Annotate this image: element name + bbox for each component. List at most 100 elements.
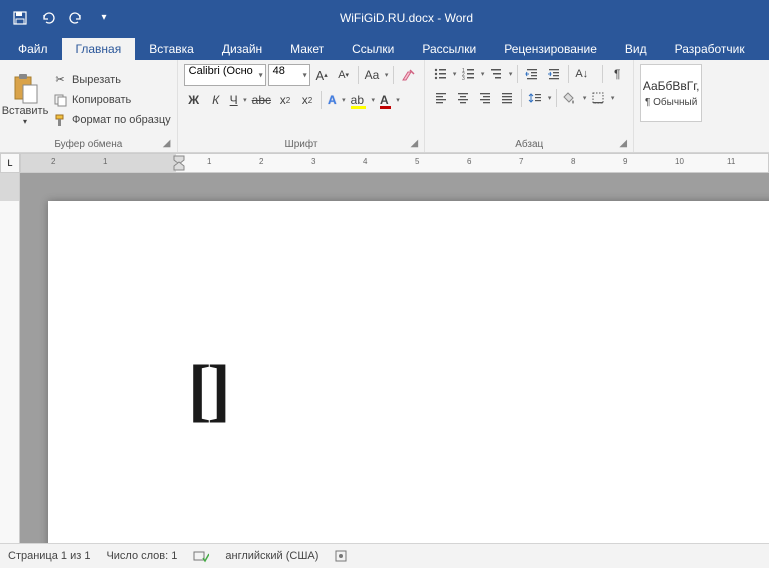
highlight-button[interactable]: ab ▾ [349, 90, 376, 110]
tab-references[interactable]: Ссылки [338, 38, 408, 60]
font-dialog-launcher[interactable]: ◢ [408, 138, 420, 150]
copy-icon [52, 92, 68, 108]
style-preview-text: АаБбВвГг, [643, 79, 700, 93]
group-styles: АаБбВвГг, ¶ Обычный [634, 60, 708, 152]
format-painter-label: Формат по образцу [72, 114, 171, 126]
paste-button[interactable]: Вставить ▾ [4, 62, 46, 137]
shrink-font-button[interactable]: A▾ [334, 65, 354, 85]
ruler-mark: 11 [727, 157, 735, 166]
clipboard-group-label: Буфер обмена ◢ [4, 137, 173, 152]
scissors-icon: ✂ [52, 72, 68, 88]
clear-formatting-button[interactable] [398, 65, 418, 85]
quick-access-toolbar: ▾ [0, 6, 124, 30]
word-count[interactable]: Число слов: 1 [106, 550, 177, 562]
group-paragraph: ▾ 123 ▾ ▾ A↓ [425, 60, 634, 152]
workspace [0, 173, 769, 543]
align-left-button[interactable] [431, 88, 451, 108]
horizontal-ruler-area: L 211234567891011 [0, 153, 769, 173]
undo-button[interactable] [36, 6, 60, 30]
copy-label: Копировать [72, 94, 131, 106]
ruler-mark: 2 [259, 157, 263, 166]
multilevel-list-button[interactable]: ▾ [487, 64, 513, 84]
ruler-mark: 3 [311, 157, 315, 166]
horizontal-ruler[interactable]: 211234567891011 [20, 153, 769, 173]
show-marks-button[interactable]: ¶ [607, 64, 627, 84]
numbering-button[interactable]: 123 ▾ [459, 64, 485, 84]
strikethrough-button[interactable]: abc [250, 90, 273, 110]
indent-marker[interactable] [173, 154, 183, 172]
page-indicator[interactable]: Страница 1 из 1 [8, 550, 90, 562]
tab-file[interactable]: Файл [4, 38, 62, 60]
tab-mailings[interactable]: Рассылки [408, 38, 490, 60]
style-name: ¶ Обычный [645, 97, 697, 108]
document-content: [] [188, 356, 227, 426]
ribbon-tabs: Файл Главная Вставка Дизайн Макет Ссылки… [0, 35, 769, 60]
borders-button[interactable]: ▾ [589, 88, 615, 108]
ruler-mark: 9 [623, 157, 627, 166]
vertical-ruler[interactable] [0, 173, 20, 543]
clipboard-dialog-launcher[interactable]: ◢ [161, 138, 173, 150]
page[interactable] [48, 201, 769, 543]
increase-indent-button[interactable] [544, 64, 564, 84]
svg-text:3: 3 [462, 76, 465, 81]
format-painter-button[interactable]: Формат по образцу [50, 111, 173, 129]
justify-button[interactable] [497, 88, 517, 108]
ruler-mark: 6 [467, 157, 471, 166]
window-title: WiFiGiD.RU.docx - Word [124, 11, 689, 25]
ruler-tab-selector[interactable]: L [0, 153, 20, 173]
ruler-mark: 7 [519, 157, 523, 166]
language-indicator[interactable]: английский (США) [225, 550, 318, 562]
paragraph-dialog-launcher[interactable]: ◢ [617, 138, 629, 150]
spellcheck-button[interactable] [193, 549, 209, 563]
change-case-button[interactable]: Aa▾ [363, 65, 390, 85]
bullets-button[interactable]: ▾ [431, 64, 457, 84]
text-effects-button[interactable]: A▾ [326, 90, 347, 110]
redo-button[interactable] [64, 6, 88, 30]
superscript-button[interactable]: x2 [297, 90, 317, 110]
underline-button[interactable]: Ч▾ [228, 90, 248, 110]
tab-developer[interactable]: Разработчик [661, 38, 759, 60]
font-group-label: Шрифт ◢ [182, 137, 421, 152]
style-normal[interactable]: АаБбВвГг, ¶ Обычный [640, 64, 702, 122]
line-spacing-button[interactable]: ▾ [526, 88, 552, 108]
cut-label: Вырезать [72, 74, 121, 86]
status-bar: Страница 1 из 1 Число слов: 1 английский… [0, 543, 769, 568]
tab-view[interactable]: Вид [611, 38, 661, 60]
paintbrush-icon [52, 112, 68, 128]
align-center-button[interactable] [453, 88, 473, 108]
subscript-button[interactable]: x2 [275, 90, 295, 110]
sort-button[interactable]: A↓ [573, 64, 598, 84]
tab-design[interactable]: Дизайн [208, 38, 276, 60]
macro-record-button[interactable] [334, 549, 348, 563]
highlight-swatch [351, 106, 366, 109]
ruler-mark: 1 [103, 157, 107, 166]
qat-customize[interactable]: ▾ [92, 6, 116, 30]
font-color-button[interactable]: A ▾ [378, 90, 401, 110]
tab-review[interactable]: Рецензирование [490, 38, 611, 60]
ruler-mark: 10 [675, 157, 684, 166]
decrease-indent-button[interactable] [522, 64, 542, 84]
shading-button[interactable]: ▾ [561, 88, 587, 108]
tab-home[interactable]: Главная [62, 38, 136, 60]
ruler-mark: 1 [207, 157, 211, 166]
ruler-mark: 2 [51, 157, 55, 166]
ruler-mark: 5 [415, 157, 419, 166]
tab-layout[interactable]: Макет [276, 38, 338, 60]
save-button[interactable] [8, 6, 32, 30]
tab-insert[interactable]: Вставка [135, 38, 208, 60]
document-area[interactable] [20, 173, 769, 543]
ribbon: Вставить ▾ ✂ Вырезать Копировать [0, 60, 769, 153]
title-bar: ▾ WiFiGiD.RU.docx - Word [0, 0, 769, 35]
italic-button[interactable]: К [206, 90, 226, 110]
font-size-select[interactable]: 48▾ [268, 64, 310, 86]
ruler-mark: 4 [363, 157, 367, 166]
font-color-swatch [380, 106, 391, 109]
copy-button[interactable]: Копировать [50, 91, 173, 109]
cut-button[interactable]: ✂ Вырезать [50, 71, 173, 89]
ruler-mark: 8 [571, 157, 575, 166]
grow-font-button[interactable]: A▴ [312, 65, 332, 85]
font-name-select[interactable]: Calibri (Осно▾ [184, 64, 266, 86]
bold-button[interactable]: Ж [184, 90, 204, 110]
group-font: Calibri (Осно▾ 48▾ A▴ A▾ Aa▾ Ж К Ч▾ abc [178, 60, 426, 152]
align-right-button[interactable] [475, 88, 495, 108]
